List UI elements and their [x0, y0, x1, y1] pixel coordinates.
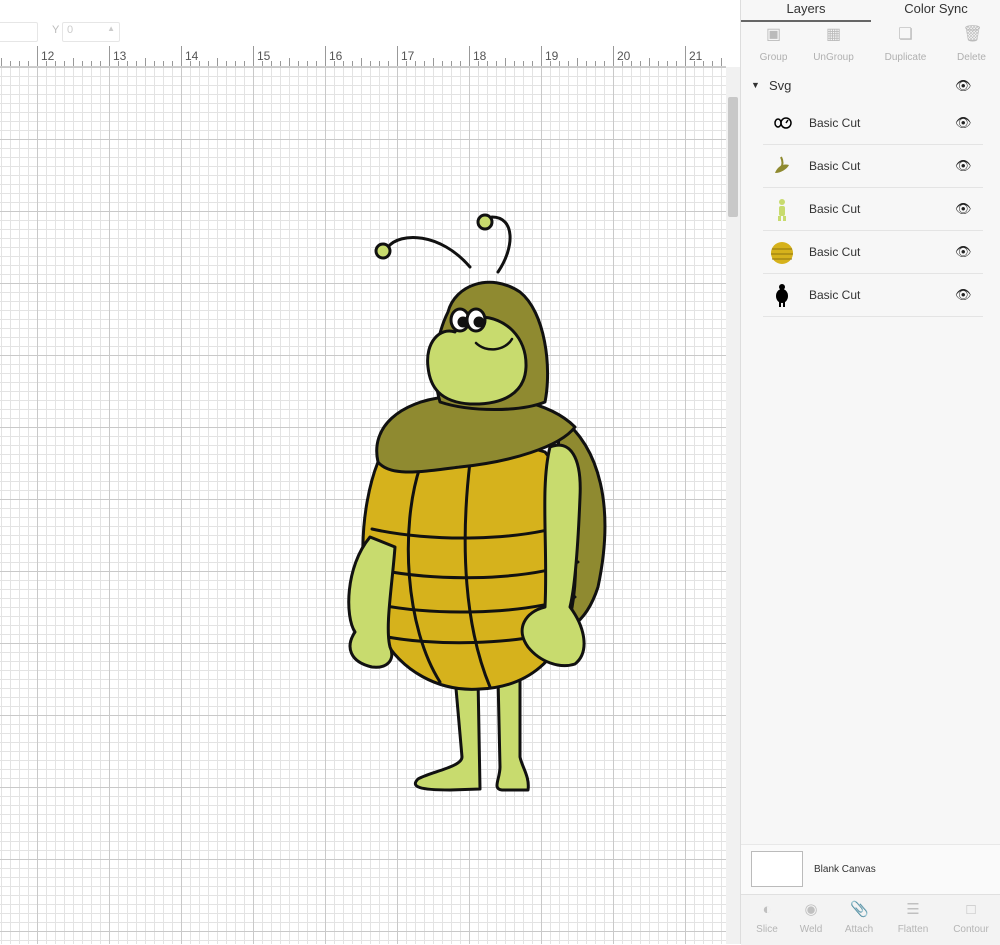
eye-icon[interactable]: 👁 — [955, 78, 972, 94]
bottom-tools-bar: ◐ Slice ◉ Weld 📎 Attach ☰ Flatten □ Cont… — [741, 894, 1000, 945]
group-icon: ▣ — [765, 26, 782, 43]
delete-icon: 🗑 — [962, 26, 983, 43]
attach-label: Attach — [844, 924, 874, 935]
ungroup-button[interactable]: ▦ UnGroup — [801, 20, 866, 70]
layer-name: Basic Cut — [809, 245, 861, 259]
ungroup-icon: ▦ — [825, 26, 842, 43]
ruler-tick-label: 15 — [257, 49, 271, 63]
group-name: Svg — [769, 78, 792, 93]
layer-thumbnail-eyes — [774, 117, 792, 129]
delete-label: Delete — [957, 52, 986, 63]
tab-layers[interactable]: Layers — [741, 0, 871, 22]
stepper-icon[interactable]: ▲ — [107, 24, 115, 33]
weld-label: Weld — [799, 924, 823, 935]
ruler-tick-label: 19 — [545, 49, 559, 63]
contour-button[interactable]: □ Contour — [945, 895, 997, 945]
bug-character-artwork[interactable] — [0, 67, 726, 944]
layer-group-row[interactable]: ▼ Svg 👁 — [741, 72, 1000, 102]
ruler-tick-label: 20 — [617, 49, 631, 63]
scrollbar-thumb[interactable] — [728, 97, 738, 217]
layer-row[interactable]: Basic Cut 👁 — [763, 231, 983, 274]
chevron-down-icon[interactable]: ▼ — [751, 80, 760, 90]
weld-button[interactable]: ◉ Weld — [785, 895, 837, 945]
position-x-field[interactable] — [0, 22, 38, 42]
design-canvas[interactable] — [0, 67, 726, 944]
eye-icon[interactable]: 👁 — [955, 115, 972, 131]
layer-row[interactable]: Basic Cut 👁 — [763, 102, 983, 145]
layer-row[interactable]: Basic Cut 👁 — [763, 145, 983, 188]
layer-thumbnail-shell — [771, 242, 793, 264]
duplicate-button[interactable]: ❏ Duplicate — [873, 20, 938, 70]
group-button[interactable]: ▣ Group — [741, 20, 806, 70]
blank-canvas-row[interactable]: Blank Canvas — [741, 844, 1000, 895]
duplicate-icon: ❏ — [898, 26, 913, 43]
group-label: Group — [759, 52, 788, 63]
ruler-tick-label: 21 — [689, 49, 703, 63]
layer-thumbnail-silhouette — [776, 284, 788, 307]
ruler-tick-label: 17 — [401, 49, 415, 63]
ruler-tick-label: 13 — [113, 49, 127, 63]
layer-row[interactable]: Basic Cut 👁 — [763, 188, 983, 231]
position-y-label: Y — [52, 24, 60, 36]
layer-name: Basic Cut — [809, 116, 861, 130]
tab-color-sync[interactable]: Color Sync — [871, 0, 1000, 20]
horizontal-ruler: 12 13 14 15 16 17 18 19 20 21 — [0, 46, 726, 67]
layer-name: Basic Cut — [809, 288, 861, 302]
layer-thumbnail-hood — [775, 156, 789, 173]
blank-canvas-label: Blank Canvas — [814, 864, 876, 875]
eye-icon[interactable]: 👁 — [955, 158, 972, 174]
layer-name: Basic Cut — [809, 159, 861, 173]
duplicate-label: Duplicate — [884, 52, 927, 63]
ruler-tick-label: 18 — [473, 49, 487, 63]
weld-icon: ◉ — [804, 901, 818, 918]
ruler-tick-label: 16 — [329, 49, 343, 63]
delete-button[interactable]: 🗑 Delete — [939, 20, 1000, 70]
attach-button[interactable]: 📎 Attach — [833, 895, 885, 945]
contour-icon: □ — [966, 901, 976, 918]
flatten-icon: ☰ — [906, 901, 920, 918]
position-y-value: 0 — [67, 24, 74, 36]
blank-canvas-swatch[interactable] — [751, 851, 803, 887]
position-y-field[interactable]: 0 ▲ — [62, 22, 120, 42]
layer-thumbnail-limbs — [778, 199, 786, 221]
tab-layers-label: Layers — [786, 1, 826, 16]
top-toolbar: on Y 0 ▲ — [0, 0, 740, 46]
eye-icon[interactable]: 👁 — [955, 201, 972, 217]
layers-toolbar: ▣ Group ▦ UnGroup ❏ Duplicate 🗑 Delete — [741, 20, 1000, 70]
eye-icon[interactable]: 👁 — [955, 244, 972, 260]
attach-icon: 📎 — [850, 901, 869, 918]
tab-color-sync-label: Color Sync — [904, 1, 968, 16]
eye-icon[interactable]: 👁 — [955, 287, 972, 303]
contour-label: Contour — [953, 924, 989, 935]
layers-panel: Layers Color Sync ▣ Group ▦ UnGroup ❏ Du… — [740, 0, 1000, 945]
ungroup-label: UnGroup — [813, 52, 854, 63]
slice-icon: ◐ — [762, 901, 772, 918]
flatten-button[interactable]: ☰ Flatten — [887, 895, 939, 945]
ruler-tick-label: 12 — [41, 49, 55, 63]
layer-row[interactable]: Basic Cut 👁 — [763, 274, 983, 317]
flatten-label: Flatten — [897, 924, 929, 935]
ruler-tick-label: 14 — [185, 49, 199, 63]
canvas-vertical-scrollbar[interactable] — [726, 67, 740, 944]
layer-name: Basic Cut — [809, 202, 861, 216]
